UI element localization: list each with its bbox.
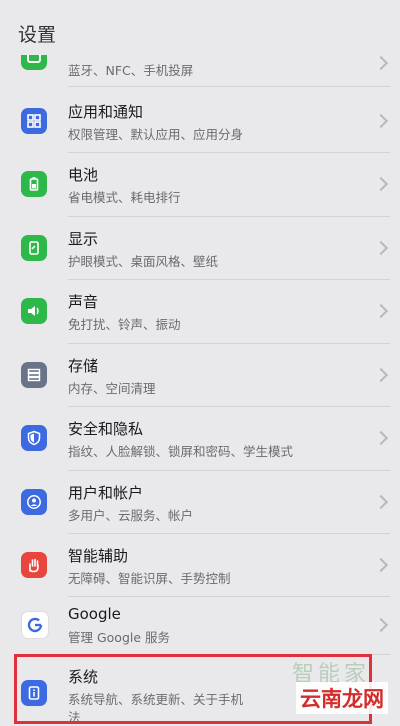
page-header: 设置 bbox=[0, 0, 400, 55]
shield-icon bbox=[21, 425, 47, 451]
settings-row-subtitle: 指纹、人脸解锁、锁屏和密码、学生模式 bbox=[68, 444, 294, 459]
settings-row-subtitle: 权限管理、默认应用、应用分身 bbox=[68, 127, 244, 142]
settings-row-title: 安全和隐私 bbox=[68, 420, 144, 438]
user-icon bbox=[21, 489, 47, 515]
settings-row-users[interactable]: 用户和帐户 多用户、云服务、帐户 bbox=[0, 470, 400, 533]
settings-row-security[interactable]: 安全和隐私 指纹、人脸解锁、锁屏和密码、学生模式 bbox=[0, 406, 400, 469]
settings-row-title: 用户和帐户 bbox=[68, 484, 144, 502]
chevron-right-icon bbox=[373, 113, 389, 129]
settings-row-title: 智能辅助 bbox=[68, 547, 129, 565]
display-icon bbox=[21, 235, 47, 261]
settings-row-title: Google bbox=[68, 605, 121, 623]
speaker-icon bbox=[21, 298, 47, 324]
chevron-right-icon bbox=[373, 240, 389, 256]
apps-grid-icon bbox=[21, 108, 47, 134]
settings-row-title: 显示 bbox=[68, 230, 99, 248]
settings-row-google[interactable]: Google 管理 Google 服务 bbox=[0, 596, 400, 659]
settings-row-storage[interactable]: 存储 内存、空间清理 bbox=[0, 343, 400, 406]
chevron-right-icon bbox=[373, 55, 389, 71]
chevron-right-icon bbox=[373, 617, 389, 633]
settings-row-subtitle: 多用户、云服务、帐户 bbox=[68, 508, 194, 523]
chevron-right-icon bbox=[373, 303, 389, 319]
settings-row-sound[interactable]: 声音 免打扰、铃声、振动 bbox=[0, 279, 400, 342]
settings-row-title: 应用和通知 bbox=[68, 103, 144, 121]
divider bbox=[68, 86, 390, 87]
settings-row-title: 电池 bbox=[68, 166, 99, 184]
page-title: 设置 bbox=[18, 24, 57, 46]
settings-row-connectivity[interactable]: 蓝牙、NFC、手机投屏 bbox=[0, 44, 400, 85]
chevron-right-icon bbox=[373, 176, 389, 192]
settings-row-subtitle: 免打扰、铃声、振动 bbox=[68, 317, 181, 332]
chevron-right-icon bbox=[373, 430, 389, 446]
settings-row-subtitle: 蓝牙、NFC、手机投屏 bbox=[68, 63, 194, 78]
settings-row-subtitle: 无障碍、智能识屏、手势控制 bbox=[68, 571, 231, 586]
settings-row-subtitle: 护眼模式、桌面风格、壁纸 bbox=[68, 254, 219, 269]
settings-row-display[interactable]: 显示 护眼模式、桌面风格、壁纸 bbox=[0, 216, 400, 279]
settings-row-subtitle: 省电模式、耗电排行 bbox=[68, 190, 181, 205]
battery-icon bbox=[21, 171, 47, 197]
settings-row-assist[interactable]: 智能辅助 无障碍、智能识屏、手势控制 bbox=[0, 533, 400, 596]
settings-row-title: 存储 bbox=[68, 357, 99, 375]
google-icon bbox=[21, 611, 49, 639]
storage-icon bbox=[21, 362, 47, 388]
chevron-right-icon bbox=[373, 557, 389, 573]
settings-row-subtitle: 内存、空间清理 bbox=[68, 381, 156, 396]
chevron-right-icon bbox=[373, 494, 389, 510]
settings-row-apps[interactable]: 应用和通知 权限管理、默认应用、应用分身 bbox=[0, 89, 400, 152]
settings-list: 蓝牙、NFC、手机投屏 应用和通知 权限管理、默认应用、应用分身 电池 省电模式… bbox=[0, 0, 400, 725]
chevron-right-icon bbox=[373, 367, 389, 383]
settings-row-battery[interactable]: 电池 省电模式、耗电排行 bbox=[0, 152, 400, 215]
watermark-brand: 云南龙网 bbox=[296, 682, 388, 714]
hand-icon bbox=[21, 552, 47, 578]
settings-row-title: 声音 bbox=[68, 293, 99, 311]
settings-row-subtitle: 管理 Google 服务 bbox=[68, 630, 171, 645]
